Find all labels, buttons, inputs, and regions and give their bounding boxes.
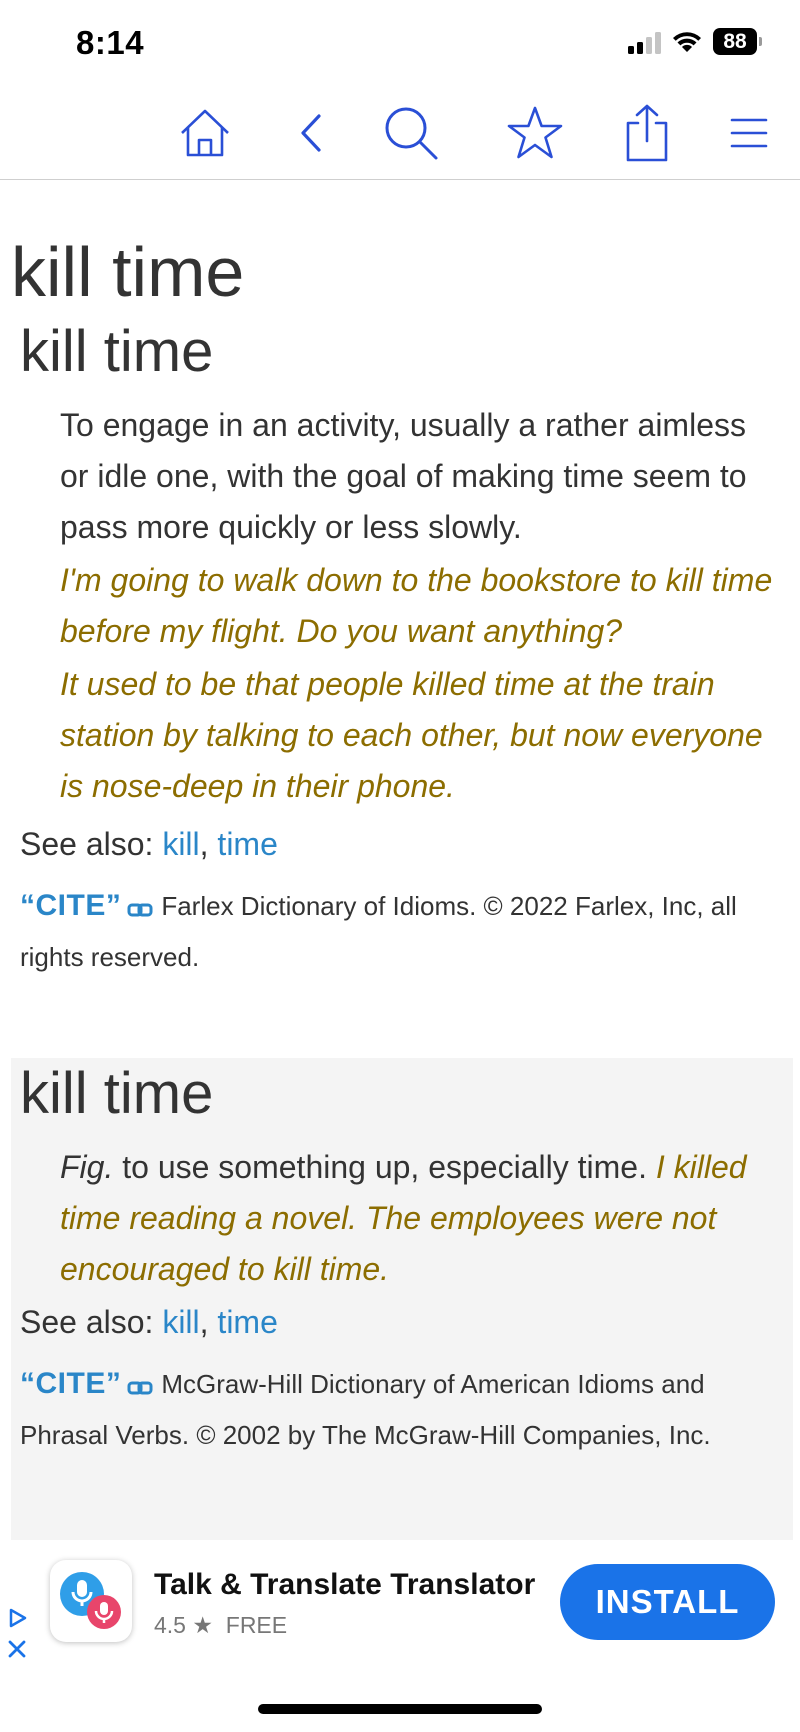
page-title: kill time <box>11 233 245 311</box>
back-button[interactable] <box>280 102 342 164</box>
see-also: See also: kill, time <box>20 1304 278 1340</box>
search-button[interactable] <box>380 102 442 164</box>
entry-headword: kill time <box>20 319 214 384</box>
home-button[interactable] <box>174 102 236 164</box>
cite-button[interactable]: “CITE” <box>20 889 121 922</box>
see-also-label: See also: <box>20 826 154 862</box>
home-indicator[interactable] <box>258 1704 542 1714</box>
status-time: 8:14 <box>76 24 145 61</box>
example-sentence: I'm going to walk down to the bookstore … <box>60 562 773 649</box>
see-also: See also: kill, time <box>20 826 278 862</box>
see-also-label: See also: <box>20 1304 154 1340</box>
battery-icon: 88 <box>713 28 762 55</box>
back-icon <box>301 114 321 152</box>
menu-button[interactable] <box>718 102 780 164</box>
citation-source: McGraw-Hill Dictionary of American Idiom… <box>20 1369 711 1450</box>
definition-text: to use something up, especially time. <box>122 1149 647 1185</box>
home-icon <box>181 109 229 157</box>
share-icon <box>626 104 668 162</box>
wifi-icon <box>673 31 701 52</box>
ad-price: FREE <box>225 1612 288 1638</box>
example-sentence: It used to be that people killed time at… <box>60 666 763 804</box>
see-also-link-kill[interactable]: kill <box>162 826 199 862</box>
status-icons: 88 <box>628 28 762 55</box>
adchoices-icon[interactable] <box>6 1608 30 1666</box>
ad-rating-value: 4.5 ★ <box>154 1612 213 1638</box>
usage-label: Fig. <box>60 1149 114 1185</box>
signal-icon <box>628 30 661 54</box>
battery-level: 88 <box>713 28 757 55</box>
status-bar: 8:14 88 <box>0 0 800 86</box>
ad-title[interactable]: Talk & Translate Translator <box>154 1568 535 1602</box>
menu-icon <box>730 118 768 148</box>
cite-button[interactable]: “CITE” <box>20 1367 121 1400</box>
toolbar <box>0 86 800 180</box>
see-also-link-kill[interactable]: kill <box>162 1304 199 1340</box>
star-icon <box>507 106 563 159</box>
search-icon <box>385 107 438 160</box>
ad-banner[interactable]: Talk & Translate Translator 4.5 ★ FREE I… <box>0 1552 800 1662</box>
entry-definition-block: Fig. to use something up, especially tim… <box>60 1142 780 1295</box>
citation: “CITE” McGraw-Hill Dictionary of American… <box>20 1358 780 1461</box>
see-also-link-time[interactable]: time <box>217 826 277 862</box>
translator-app-icon <box>60 1572 121 1629</box>
link-icon[interactable] <box>127 903 153 917</box>
install-button[interactable]: INSTALL <box>560 1564 775 1640</box>
share-button[interactable] <box>616 102 678 164</box>
definition-text: To engage in an activity, usually a rath… <box>60 407 747 545</box>
entry-definition-block: To engage in an activity, usually a rath… <box>60 400 780 812</box>
citation: “CITE” Farlex Dictionary of Idioms. © 202… <box>20 880 780 983</box>
favorite-button[interactable] <box>504 102 566 164</box>
see-also-link-time[interactable]: time <box>217 1304 277 1340</box>
ad-rating: 4.5 ★ FREE <box>154 1612 287 1639</box>
link-icon[interactable] <box>127 1381 153 1395</box>
app-icon[interactable] <box>50 1560 132 1642</box>
entry-headword: kill time <box>20 1061 214 1126</box>
entry-panel <box>11 1058 793 1540</box>
